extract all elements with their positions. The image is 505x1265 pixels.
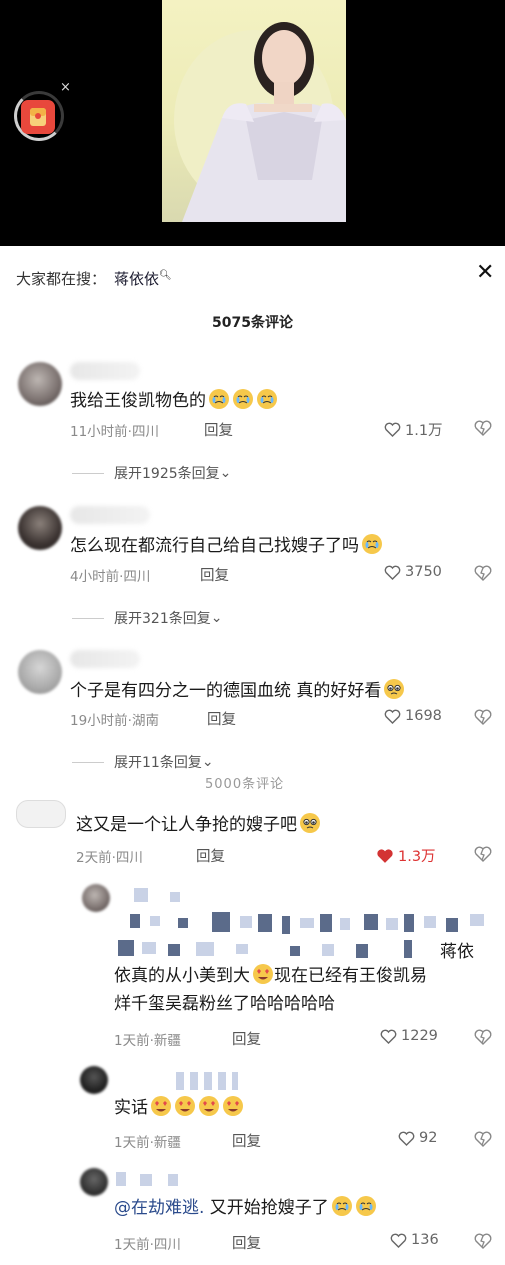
comment-text: 这又是一个让人争抢的嫂子吧 <box>76 810 321 835</box>
pleading-emoji-icon <box>383 678 405 700</box>
reply-text-line2: 依真的从小美到大 现在已经有王俊凯易 <box>114 962 427 990</box>
reply-text-line3: 烊千玺吴磊粉丝了哈哈哈哈哈 <box>114 994 335 1014</box>
expand-replies-button[interactable]: 展开1925条回复 ⌄ <box>72 463 231 483</box>
crying-emoji-icon <box>355 1195 377 1217</box>
like-count: 3750 <box>405 564 442 580</box>
comments-count: 5075条评论 <box>212 315 293 331</box>
comment-time-location: 1天前·新疆 <box>114 1033 181 1049</box>
avatar[interactable] <box>82 884 110 912</box>
pleading-emoji-icon <box>299 812 321 834</box>
heart-eyes-emoji-icon <box>174 1095 196 1117</box>
like-button[interactable]: 1229 <box>380 1028 438 1044</box>
search-icon: 🔍︎ <box>159 270 172 281</box>
chevron-down-icon: ⌄ <box>201 754 214 770</box>
heart-icon <box>384 422 401 437</box>
heart-eyes-emoji-icon <box>150 1095 172 1117</box>
chevron-down-icon: ⌄ <box>210 610 223 626</box>
dislike-icon[interactable] <box>474 1233 492 1253</box>
video-thumbnail[interactable] <box>162 0 346 222</box>
search-prefix: 大家都在搜： <box>16 270 107 288</box>
heart-filled-icon <box>377 848 393 863</box>
avatar[interactable] <box>18 506 62 550</box>
like-button[interactable]: 136 <box>390 1232 439 1248</box>
heart-icon <box>380 1029 397 1044</box>
heart-eyes-emoji-icon <box>198 1095 220 1117</box>
comment-text: 个子是有四分之一的德国血统 真的好好看 <box>70 676 405 701</box>
like-button[interactable]: 1.1万 <box>384 419 443 440</box>
reply-button[interactable]: 回复 <box>232 1028 261 1049</box>
red-packet-close-icon[interactable]: × <box>60 80 71 95</box>
avatar[interactable] <box>18 362 62 406</box>
comment-time-location: 1天前·四川 <box>114 1237 181 1253</box>
comment-time-location: 2天前·四川 <box>76 850 143 866</box>
comment-text: 怎么现在都流行自己给自己找嫂子了吗 <box>70 531 383 556</box>
red-packet-icon[interactable] <box>21 100 55 134</box>
reply-text: 实话 <box>114 1094 244 1122</box>
dislike-icon[interactable] <box>474 1131 492 1151</box>
avatar[interactable] <box>80 1066 108 1094</box>
chevron-down-icon: ⌄ <box>219 465 232 481</box>
username-blurred[interactable] <box>70 362 140 380</box>
expand-replies-button[interactable]: 展开11条回复 ⌄ <box>72 752 214 772</box>
heart-eyes-emoji-icon <box>252 963 274 985</box>
reply-button[interactable]: 回复 <box>204 419 233 440</box>
like-count: 136 <box>411 1232 439 1248</box>
crying-emoji-icon <box>232 388 254 410</box>
like-button[interactable]: 3750 <box>384 564 442 580</box>
dislike-icon[interactable] <box>474 846 492 866</box>
crying-emoji-icon <box>256 388 278 410</box>
dislike-icon[interactable] <box>474 1029 492 1049</box>
search-suggestion[interactable]: 大家都在搜： 蒋依依🔍︎ <box>16 268 172 289</box>
reply-button[interactable]: 回复 <box>207 708 236 729</box>
comment-time-location: 1天前·新疆 <box>114 1135 181 1151</box>
like-count: 1229 <box>401 1028 438 1044</box>
portrait-image <box>174 22 346 222</box>
search-keyword[interactable]: 蒋依依 <box>114 270 159 288</box>
close-icon[interactable]: ✕ <box>476 260 494 285</box>
comment-text: 我给王俊凯物色的 <box>70 386 278 411</box>
like-button[interactable]: 1698 <box>384 708 442 724</box>
reply-text-line1: 蒋依 <box>440 942 474 962</box>
like-count: 1.1万 <box>405 423 443 439</box>
avatar[interactable] <box>80 1168 108 1196</box>
heart-eyes-emoji-icon <box>222 1095 244 1117</box>
reply-button[interactable]: 回复 <box>232 1232 261 1253</box>
comment-time-location: 4小时前·四川 <box>70 569 151 585</box>
crying-emoji-icon <box>208 388 230 410</box>
like-button[interactable]: 1.3万 <box>376 845 436 866</box>
avatar[interactable] <box>16 800 66 828</box>
username-blurred[interactable] <box>70 650 140 668</box>
mention-link[interactable]: @在劫难逃. <box>114 1198 204 1218</box>
username-blurred[interactable] <box>70 506 150 524</box>
crying-emoji-icon <box>361 533 383 555</box>
expand-replies-button[interactable]: 展开321条回复 ⌄ <box>72 608 222 628</box>
reply-button[interactable]: 回复 <box>196 845 225 866</box>
comment-time-location: 11小时前·四川 <box>70 424 159 440</box>
like-count: 92 <box>419 1130 438 1146</box>
reply-button[interactable]: 回复 <box>232 1130 261 1151</box>
heart-icon <box>384 709 401 724</box>
heart-icon <box>390 1233 407 1248</box>
reply-button[interactable]: 回复 <box>200 564 229 585</box>
avatar[interactable] <box>18 650 62 694</box>
overlapped-count-text: 5000条评论 <box>205 777 285 792</box>
heart-icon <box>384 565 401 580</box>
crying-emoji-icon <box>331 1195 353 1217</box>
reply-text: @在劫难逃. 又开始抢嫂子了 <box>114 1194 377 1222</box>
dislike-icon[interactable] <box>474 709 492 729</box>
like-button[interactable]: 92 <box>398 1130 437 1146</box>
dislike-icon[interactable] <box>474 420 492 440</box>
dislike-icon[interactable] <box>474 565 492 585</box>
like-count: 1698 <box>405 708 442 724</box>
comment-time-location: 19小时前·湖南 <box>70 713 159 729</box>
like-count: 1.3万 <box>398 849 436 865</box>
heart-icon <box>398 1131 415 1146</box>
